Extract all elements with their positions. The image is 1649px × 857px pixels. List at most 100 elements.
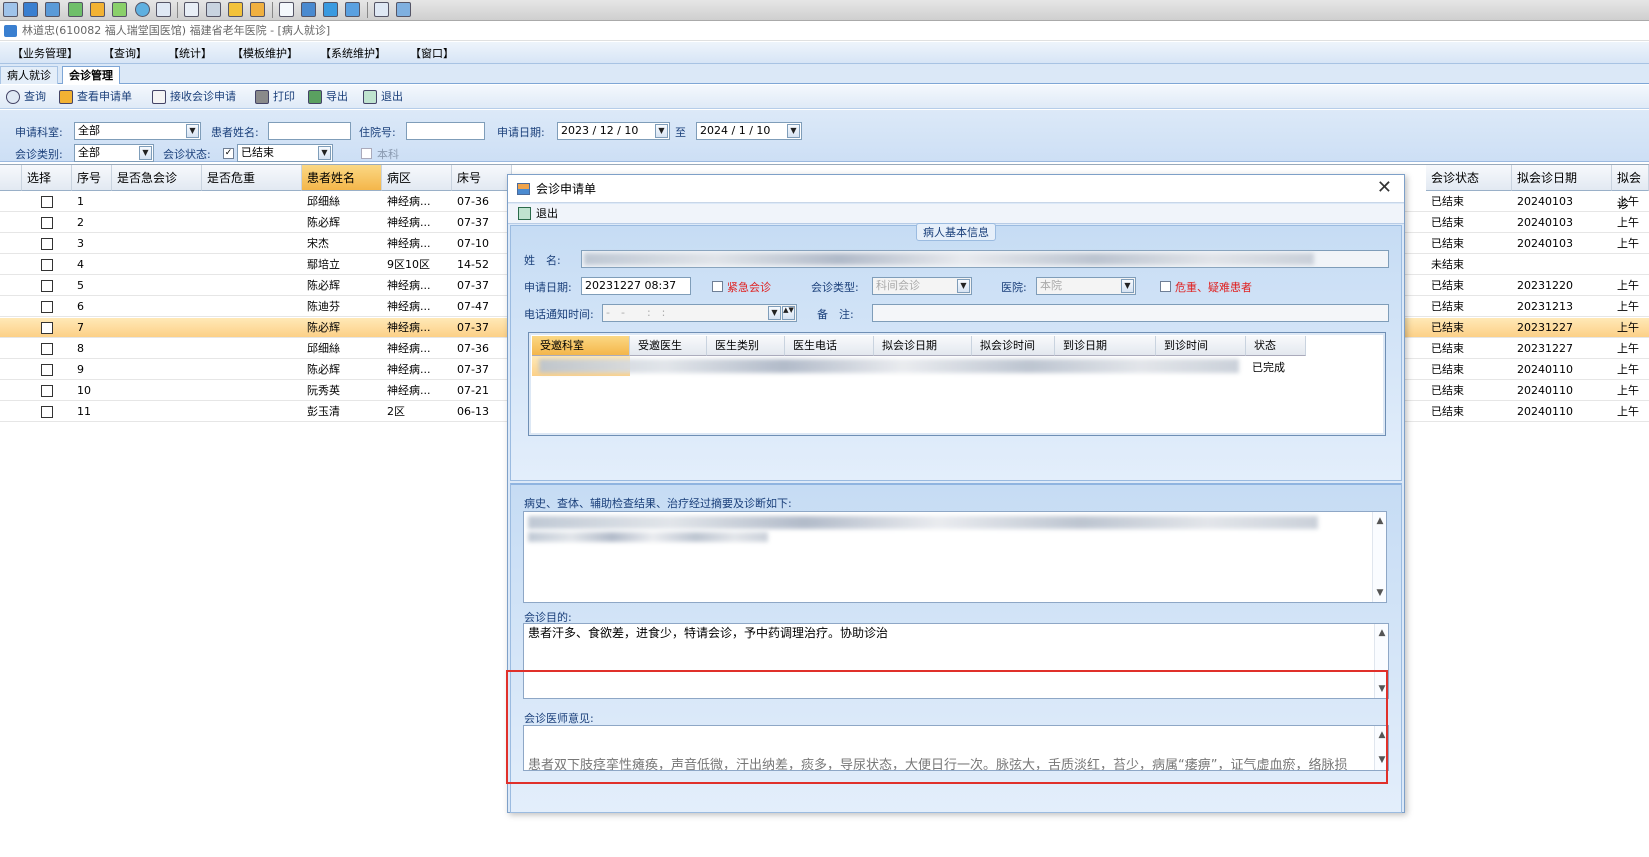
col-patient-name[interactable]: 患者姓名 bbox=[302, 165, 382, 191]
message-icon[interactable] bbox=[156, 2, 171, 17]
row-select-checkbox[interactable] bbox=[41, 385, 53, 397]
col-planned-time[interactable]: 拟会诊 bbox=[1612, 165, 1649, 211]
blank-icon[interactable] bbox=[279, 2, 294, 17]
col-ward[interactable]: 病区 bbox=[382, 165, 452, 191]
col-no[interactable]: 序号 bbox=[72, 165, 112, 191]
chevron-down-icon[interactable]: ▼ bbox=[139, 146, 152, 160]
badge-icon[interactable] bbox=[90, 2, 105, 17]
status-checkbox[interactable]: ✓ bbox=[223, 148, 234, 159]
col-select[interactable]: 选择 bbox=[22, 165, 72, 191]
dialog-exit-button[interactable]: 退出 bbox=[536, 207, 558, 220]
col-status[interactable]: 状态 bbox=[1246, 336, 1306, 356]
row-select-checkbox[interactable] bbox=[41, 322, 53, 334]
date-to-picker[interactable]: 2024 / 1 / 10 ▼ bbox=[696, 122, 802, 140]
menu-template[interactable]: 【模板维护】 bbox=[232, 45, 298, 61]
transfer-icon[interactable] bbox=[68, 2, 83, 17]
tools-icon[interactable] bbox=[396, 2, 411, 17]
grid-icon[interactable] bbox=[301, 2, 316, 17]
upload-icon[interactable] bbox=[184, 2, 199, 17]
chevron-up-icon[interactable]: ▲ bbox=[1375, 626, 1388, 640]
consult-type-select[interactable]: 科间会诊 ▼ bbox=[872, 277, 972, 295]
urgent-checkbox[interactable] bbox=[712, 281, 723, 292]
view-request-button[interactable]: 查看申请单 bbox=[59, 89, 132, 105]
lock-icon[interactable] bbox=[250, 2, 265, 17]
spinner-icon[interactable]: ▲▼ bbox=[782, 306, 795, 320]
cell-patient-name: 邱细絲 bbox=[307, 342, 340, 355]
tab-consultation-mgmt[interactable]: 会诊管理 bbox=[62, 66, 120, 84]
col-plan-date[interactable]: 拟会诊日期 bbox=[874, 336, 972, 356]
chevron-down-icon[interactable]: ▼ bbox=[957, 279, 970, 293]
close-icon[interactable]: ✕ bbox=[1377, 178, 1392, 198]
terminal-icon[interactable] bbox=[45, 2, 60, 17]
hospital-select[interactable]: 本院 ▼ bbox=[1036, 277, 1136, 295]
cell-planned-date: 20240103 bbox=[1517, 237, 1573, 250]
menu-window[interactable]: 【窗口】 bbox=[410, 45, 454, 61]
critical-checkbox[interactable] bbox=[1160, 281, 1171, 292]
chevron-down-icon[interactable]: ▼ bbox=[186, 124, 199, 138]
row-select-checkbox[interactable] bbox=[41, 406, 53, 418]
chevron-down-icon[interactable]: ▼ bbox=[318, 146, 331, 160]
row-select-checkbox[interactable] bbox=[41, 343, 53, 355]
tab-patient-visit[interactable]: 病人就诊 bbox=[0, 66, 58, 84]
menu-business[interactable]: 【业务管理】 bbox=[12, 45, 78, 61]
screen-icon[interactable] bbox=[323, 2, 338, 17]
col-arrive-date[interactable]: 到诊日期 bbox=[1055, 336, 1156, 356]
row-select-checkbox[interactable] bbox=[41, 259, 53, 271]
patient-info-field[interactable] bbox=[581, 250, 1389, 268]
col-bed[interactable]: 床号 bbox=[452, 165, 512, 191]
menu-query[interactable]: 【查询】 bbox=[103, 45, 147, 61]
history-textarea[interactable]: ▲ ▼ bbox=[523, 511, 1387, 603]
cell-patient-name: 陈必辉 bbox=[307, 321, 340, 334]
phone-time-picker[interactable]: - - : : ▼ ▲▼ bbox=[602, 304, 797, 322]
row-select-checkbox[interactable] bbox=[41, 280, 53, 292]
col-critical[interactable]: 是否危重 bbox=[202, 165, 302, 191]
col-invited-dept[interactable]: 受邀科室 bbox=[532, 336, 630, 356]
own-dept-checkbox[interactable] bbox=[361, 148, 372, 159]
save-icon[interactable] bbox=[3, 2, 18, 17]
fullscreen-icon[interactable] bbox=[345, 2, 360, 17]
print-button[interactable]: 打印 bbox=[255, 89, 295, 105]
cell-planned-time: 上午 bbox=[1617, 384, 1639, 397]
export-button[interactable]: 导出 bbox=[308, 89, 348, 105]
col-arrive-time[interactable]: 到诊时间 bbox=[1156, 336, 1246, 356]
phone-icon[interactable] bbox=[135, 2, 150, 17]
row-select-checkbox[interactable] bbox=[41, 301, 53, 313]
col-invited-doctor[interactable]: 受邀医生 bbox=[630, 336, 707, 356]
users-icon[interactable] bbox=[112, 2, 127, 17]
row-select-checkbox[interactable] bbox=[41, 238, 53, 250]
dept-select[interactable]: 全部 ▼ bbox=[74, 122, 201, 140]
chevron-down-icon[interactable]: ▼ bbox=[1121, 279, 1134, 293]
col-plan-time[interactable]: 拟会诊时间 bbox=[972, 336, 1055, 356]
menu-system[interactable]: 【系统维护】 bbox=[320, 45, 386, 61]
category-select[interactable]: 全部 ▼ bbox=[74, 144, 154, 162]
query-button[interactable]: 查询 bbox=[6, 89, 46, 105]
folder-icon[interactable] bbox=[228, 2, 243, 17]
date-from-picker[interactable]: 2023 / 12 / 10 ▼ bbox=[557, 122, 670, 140]
scrollbar[interactable]: ▲ ▼ bbox=[1372, 512, 1386, 602]
menu-statistics[interactable]: 【统计】 bbox=[168, 45, 212, 61]
patient-name-input[interactable] bbox=[268, 122, 351, 140]
cell-no: 10 bbox=[77, 384, 91, 397]
network-icon[interactable] bbox=[206, 2, 221, 17]
chevron-down-icon[interactable]: ▼ bbox=[768, 306, 781, 320]
col-planned-date[interactable]: 拟会诊日期 bbox=[1512, 165, 1612, 191]
col-doctor-type[interactable]: 医生类别 bbox=[707, 336, 785, 356]
remark-input[interactable] bbox=[872, 304, 1389, 322]
exit-button[interactable]: 退出 bbox=[363, 89, 403, 105]
window-icon[interactable] bbox=[23, 2, 38, 17]
apply-date-input[interactable]: 20231227 08:37 bbox=[581, 277, 691, 295]
chevron-down-icon[interactable]: ▼ bbox=[1373, 586, 1386, 600]
refresh-icon[interactable] bbox=[374, 2, 389, 17]
chevron-up-icon[interactable]: ▲ bbox=[1373, 514, 1386, 528]
col-urgent[interactable]: 是否急会诊 bbox=[112, 165, 202, 191]
col-status[interactable]: 会诊状态 bbox=[1426, 165, 1512, 191]
row-select-checkbox[interactable] bbox=[41, 217, 53, 229]
receive-request-button[interactable]: 接收会诊申请 bbox=[152, 89, 236, 105]
col-doctor-phone[interactable]: 医生电话 bbox=[785, 336, 874, 356]
chevron-down-icon[interactable]: ▼ bbox=[787, 124, 800, 138]
admission-no-input[interactable] bbox=[406, 122, 485, 140]
chevron-down-icon[interactable]: ▼ bbox=[655, 124, 668, 138]
status-select[interactable]: 已结束 ▼ bbox=[237, 144, 333, 162]
row-select-checkbox[interactable] bbox=[41, 364, 53, 376]
row-select-checkbox[interactable] bbox=[41, 196, 53, 208]
